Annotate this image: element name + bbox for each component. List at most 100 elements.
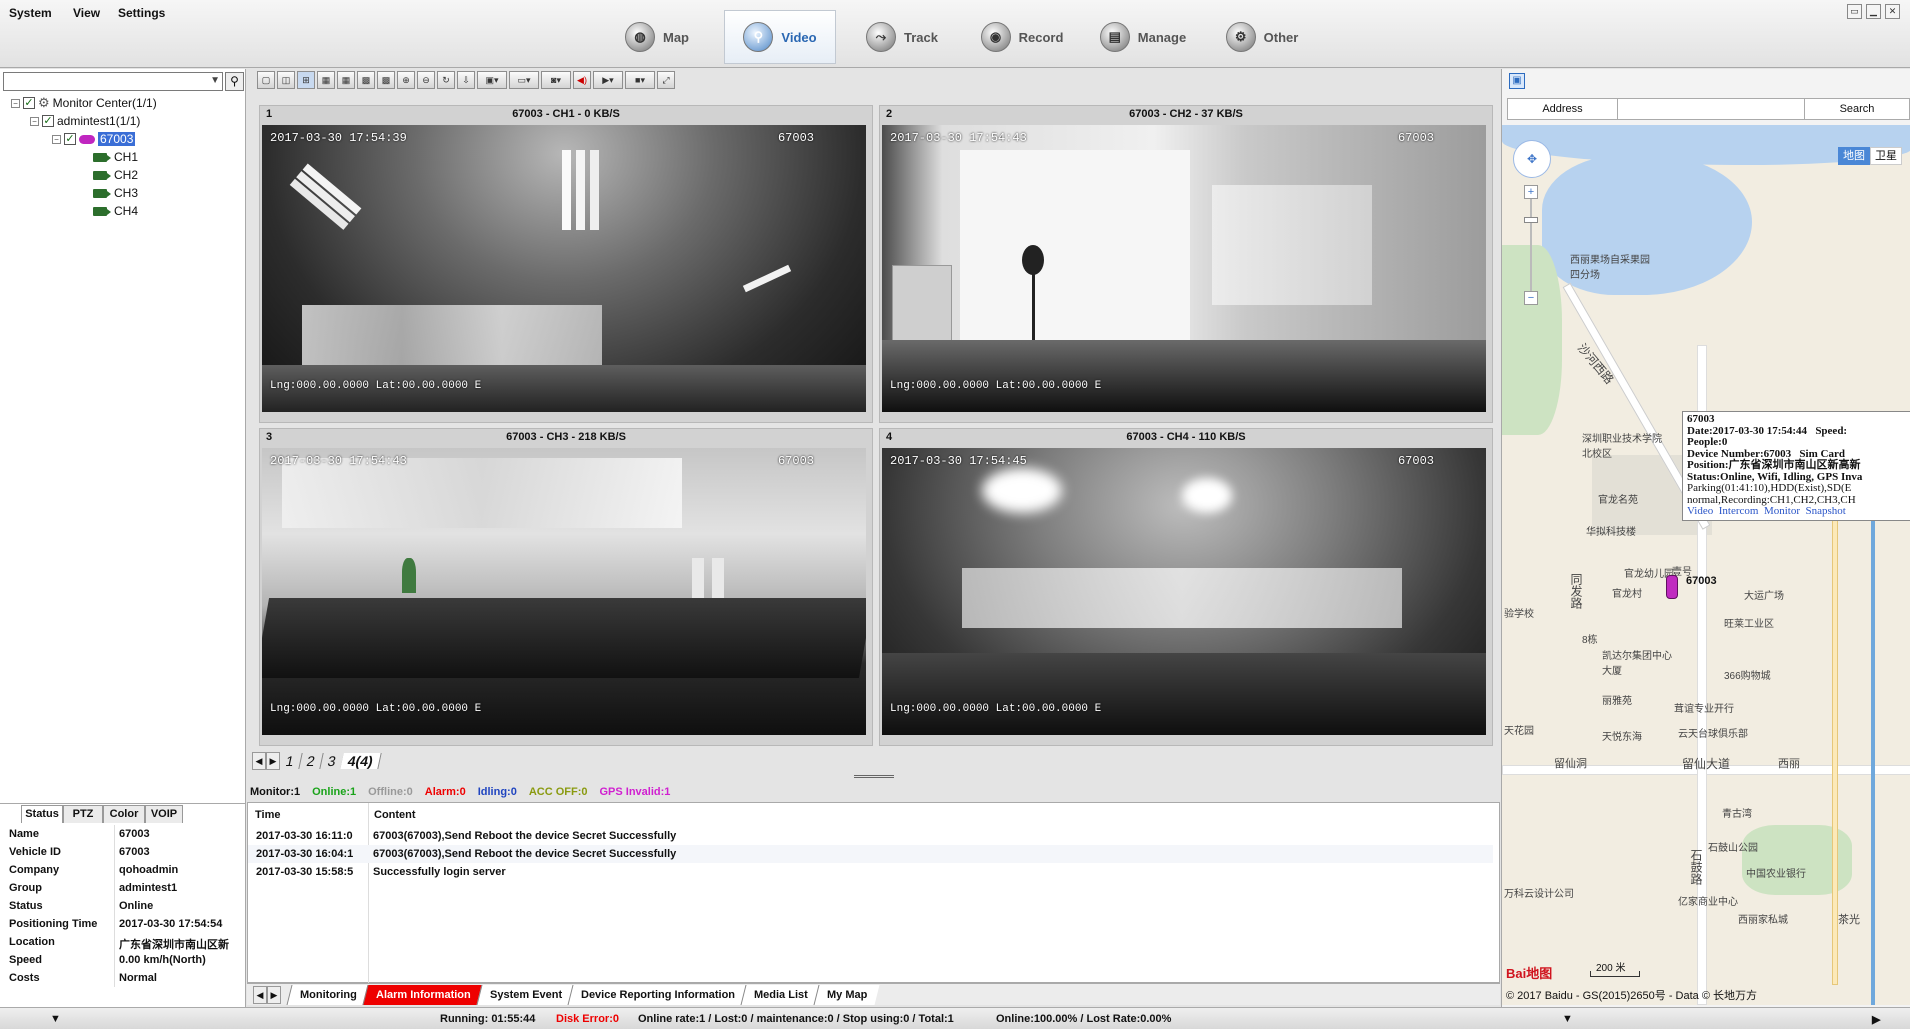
next-tab-icon[interactable]: ▶: [267, 985, 281, 1004]
window-dropdown-icon[interactable]: ▭▾: [509, 71, 539, 89]
expand-icon[interactable]: ⤢: [657, 71, 675, 89]
zoom-slider[interactable]: [1530, 199, 1532, 291]
layout-16-icon[interactable]: ▩: [377, 71, 395, 89]
map-view[interactable]: 地图 卫星 ✥ + − 西丽果场自采果园四分场 沙河西路 深圳职业技术学院北校区…: [1502, 125, 1910, 1005]
popup-intercom-link[interactable]: Intercom: [1719, 505, 1759, 517]
video-feed[interactable]: 2017-03-30 17:54:43 67003 Lng:000.00.000…: [262, 448, 866, 735]
layout-4-icon[interactable]: ⊞: [297, 71, 315, 89]
collapse-center-icon[interactable]: ▼: [1562, 1013, 1573, 1025]
vehicle-icon: [79, 134, 95, 144]
log-row[interactable]: 2017-03-30 16:04:1 67003(67003),Send Rebo…: [248, 845, 1493, 863]
audio-icon[interactable]: ◀): [573, 71, 591, 89]
play-icon[interactable]: ▶▾: [593, 71, 623, 89]
restore-window-button[interactable]: ▭: [1847, 4, 1862, 19]
save-icon[interactable]: ⇩: [457, 71, 475, 89]
search-button[interactable]: ⚲: [225, 72, 244, 91]
fullscreen-dropdown-icon[interactable]: ▣▾: [477, 71, 507, 89]
map-type-button[interactable]: 地图: [1838, 147, 1870, 165]
tab-my-map[interactable]: My Map: [813, 984, 880, 1005]
collapse-icon[interactable]: −: [11, 98, 20, 108]
satellite-button[interactable]: 卫星: [1870, 147, 1902, 165]
nav-manage[interactable]: ▤ Manage: [1087, 10, 1199, 64]
layout-9-icon[interactable]: ▩: [357, 71, 375, 89]
nav-record[interactable]: ◉ Record: [966, 10, 1078, 64]
popup-snapshot-link[interactable]: Snapshot: [1806, 505, 1846, 517]
zoom-out-button[interactable]: −: [1524, 291, 1538, 305]
video-panel[interactable]: 3 67003 - CH3 - 218 KB/S 2017-03-30 17:5…: [259, 428, 873, 746]
tab-alarm-information[interactable]: Alarm Information: [362, 984, 484, 1005]
zoom-handle[interactable]: [1524, 217, 1538, 223]
zoom-in-button[interactable]: +: [1524, 185, 1538, 199]
collapse-icon[interactable]: −: [30, 116, 39, 126]
address-input[interactable]: [1618, 99, 1805, 119]
tree-node-channel[interactable]: CH4: [93, 202, 138, 220]
tab-status[interactable]: Status: [21, 805, 63, 823]
tab-system-event[interactable]: System Event: [476, 984, 575, 1005]
layout-8-icon[interactable]: ▦: [337, 71, 355, 89]
popup-video-link[interactable]: Video: [1687, 505, 1713, 517]
map-copyright: © 2017 Baidu - GS(2015)2650号 - Data © 长地…: [1506, 990, 1757, 1002]
status-row: Status Online: [0, 897, 246, 915]
menu-view[interactable]: View: [73, 6, 100, 20]
nav-video[interactable]: ⚲ Video: [724, 10, 836, 64]
tree-node-channel[interactable]: CH2: [93, 166, 138, 184]
log-row[interactable]: 2017-03-30 16:11:0 67003(67003),Send Rebo…: [248, 827, 1493, 845]
refresh-icon[interactable]: ↻: [437, 71, 455, 89]
popup-monitor-link[interactable]: Monitor: [1764, 505, 1800, 517]
minimize-button[interactable]: ▁: [1866, 4, 1881, 19]
tab-monitoring[interactable]: Monitoring: [286, 984, 370, 1005]
video-feed[interactable]: 2017-03-30 17:54:43 67003 Lng:000.00.000…: [882, 125, 1486, 412]
prev-tab-icon[interactable]: ◀: [253, 985, 267, 1004]
collapse-left-icon[interactable]: ▼: [50, 1013, 61, 1025]
layout-6-icon[interactable]: ▦: [317, 71, 335, 89]
tree-node-device[interactable]: − ✓ 67003: [52, 130, 136, 148]
checkbox[interactable]: ✓: [64, 133, 76, 145]
pan-control-icon[interactable]: ✥: [1513, 140, 1551, 178]
prev-page-icon[interactable]: ◀: [252, 752, 266, 770]
tree-node-channel[interactable]: CH3: [93, 184, 138, 202]
tree-node-channel[interactable]: CH1: [93, 148, 138, 166]
camera-icon: [93, 170, 111, 180]
map-icon: ◍: [625, 22, 655, 52]
expand-right-icon[interactable]: ▶: [1872, 1013, 1880, 1026]
nav-other[interactable]: ⚙ Other: [1206, 10, 1318, 64]
save-icon[interactable]: ▣: [1509, 73, 1525, 89]
column-header[interactable]: Content: [374, 809, 416, 821]
column-header[interactable]: Time: [255, 809, 280, 821]
stop-icon[interactable]: ■▾: [625, 71, 655, 89]
tree-node-monitor-center[interactable]: − ✓ ⚙ Monitor Center(1/1): [11, 94, 157, 112]
menu-system[interactable]: System: [9, 6, 52, 20]
nav-track[interactable]: ⤳ Track: [846, 10, 958, 64]
video-panel[interactable]: 4 67003 - CH4 - 110 KB/S 2017-03-30 17:5…: [879, 428, 1493, 746]
map-search-button[interactable]: Search: [1805, 99, 1909, 119]
gear-icon: ⚙: [38, 95, 50, 110]
video-feed[interactable]: 2017-03-30 17:54:45 67003 Lng:000.00.000…: [882, 448, 1486, 735]
video-panel[interactable]: 1 67003 - CH1 - 0 KB/S 2017-03-30 17:54:…: [259, 105, 873, 423]
layout-1-icon[interactable]: ▢: [257, 71, 275, 89]
tab-color[interactable]: Color: [103, 805, 145, 823]
layout-2-icon[interactable]: ◫: [277, 71, 295, 89]
close-button[interactable]: ✕: [1885, 4, 1900, 19]
vehicle-marker-icon[interactable]: [1666, 575, 1678, 599]
tab-ptz[interactable]: PTZ: [63, 805, 103, 823]
menu-settings[interactable]: Settings: [118, 6, 165, 20]
device-search-input[interactable]: ▼: [3, 72, 223, 91]
status-row: Group admintest1: [0, 879, 246, 897]
collapse-icon[interactable]: −: [52, 134, 61, 144]
zoom-out-icon[interactable]: ⊖: [417, 71, 435, 89]
tree-node-group[interactable]: − ✓ admintest1(1/1): [30, 112, 140, 130]
video-feed[interactable]: 2017-03-30 17:54:39 67003 Lng:000.00.000…: [262, 125, 866, 412]
checkbox[interactable]: ✓: [23, 97, 35, 109]
snapshot-icon[interactable]: ◙▾: [541, 71, 571, 89]
page-tab[interactable]: 4(4): [340, 753, 382, 769]
video-panel[interactable]: 2 67003 - CH2 - 37 KB/S 2017-03-30 17:54…: [879, 105, 1493, 423]
log-row[interactable]: 2017-03-30 15:58:5 Successfully login ser…: [248, 863, 1493, 881]
nav-map[interactable]: ◍ Map: [601, 10, 713, 64]
zoom-in-icon[interactable]: ⊕: [397, 71, 415, 89]
tab-voip[interactable]: VOIP: [145, 805, 183, 823]
tab-device-reporting[interactable]: Device Reporting Information: [567, 984, 748, 1005]
tab-media-list[interactable]: Media List: [740, 984, 821, 1005]
checkbox[interactable]: ✓: [42, 115, 54, 127]
splitter-handle[interactable]: [854, 775, 894, 778]
chevron-down-icon[interactable]: ▼: [210, 75, 220, 86]
